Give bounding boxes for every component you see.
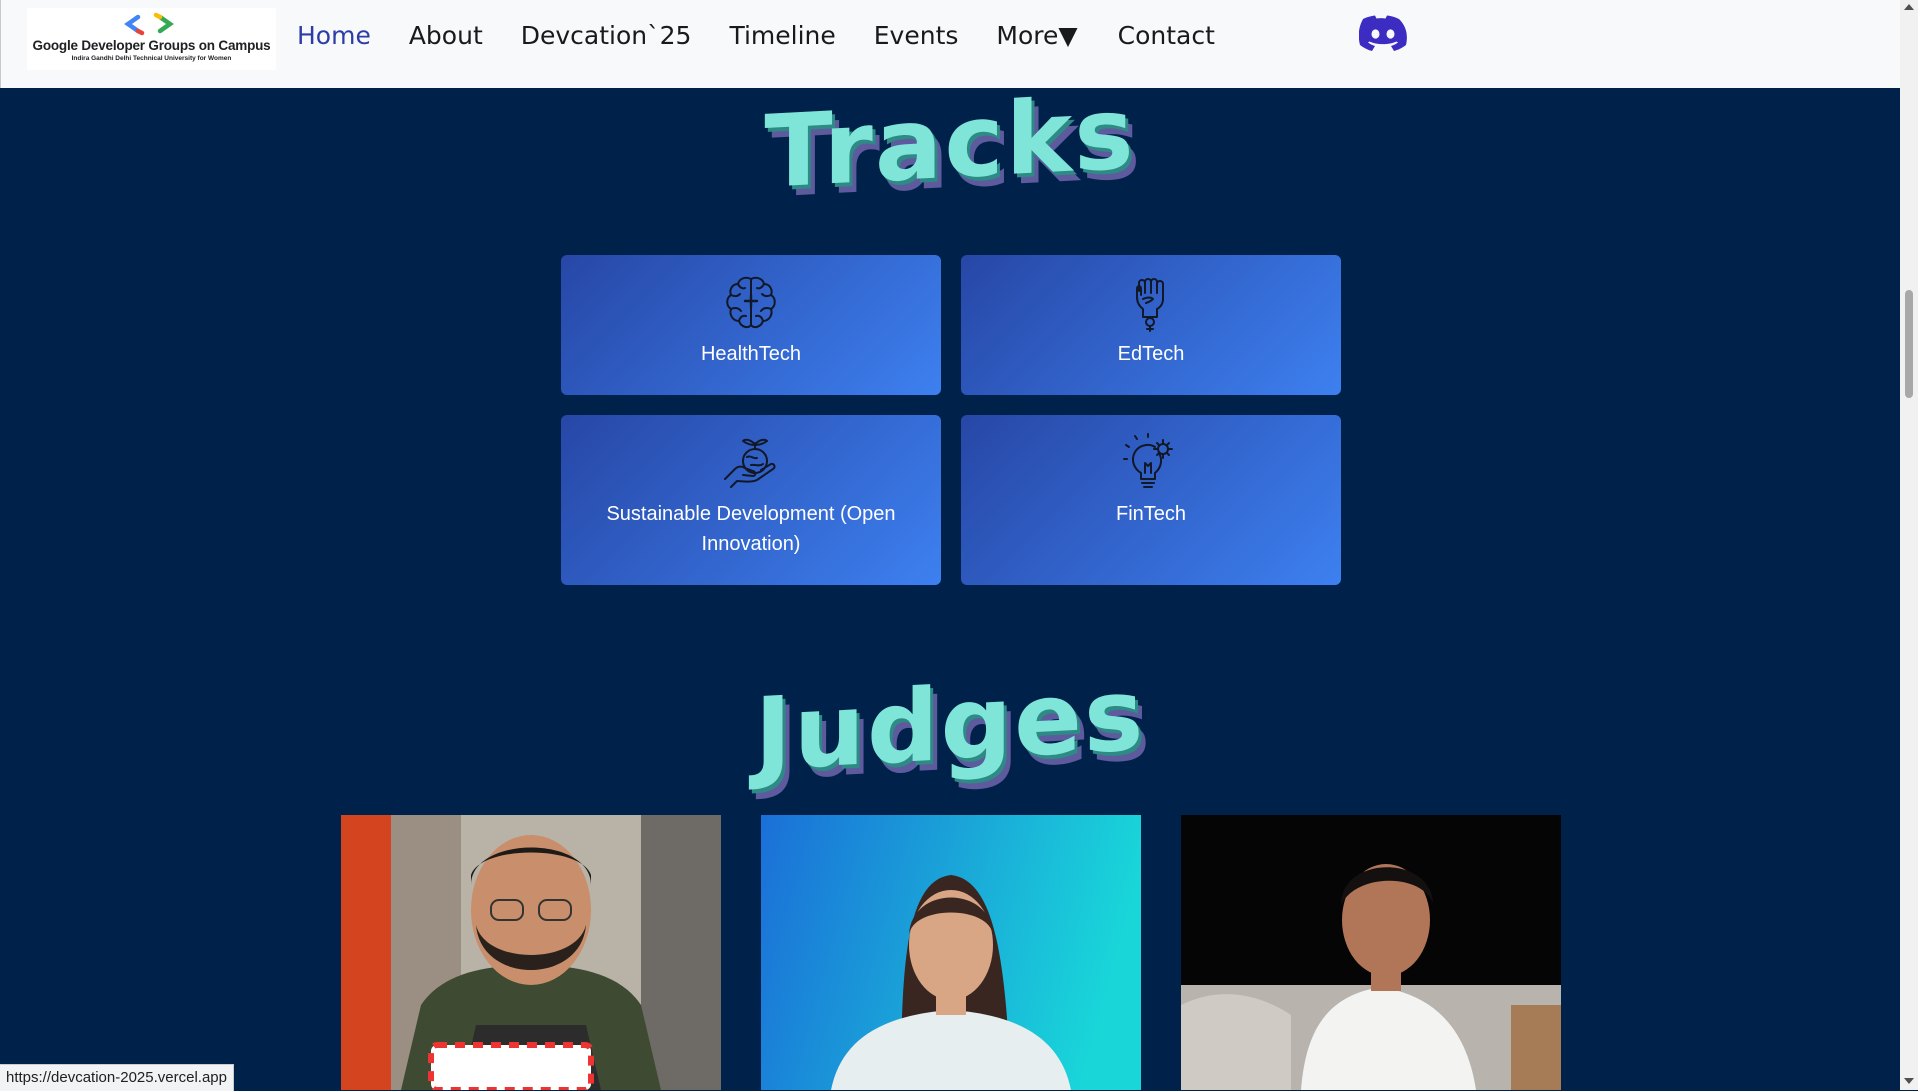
judge-photo-3 bbox=[1181, 815, 1561, 1090]
track-label-healthtech: HealthTech bbox=[700, 343, 802, 365]
nav-links: Home About Devcation`25 Timeline Events … bbox=[297, 18, 1253, 54]
scroll-up-arrow-icon[interactable] bbox=[1904, 4, 1914, 10]
nav-devcation[interactable]: Devcation`25 bbox=[521, 18, 692, 54]
nav-contact[interactable]: Contact bbox=[1118, 18, 1215, 54]
track-label-sustainable-development: Sustainable Development (Open Innovation… bbox=[606, 503, 896, 555]
track-label-edtech: EdTech bbox=[1117, 343, 1185, 365]
track-card-healthtech[interactable]: HealthTech bbox=[561, 255, 941, 395]
discord-icon[interactable] bbox=[1359, 14, 1407, 52]
judges-title: Judges bbox=[754, 655, 1146, 794]
scroll-down-arrow-icon[interactable] bbox=[1904, 1078, 1914, 1084]
logo-subtitle: Indira Gandhi Delhi Technical University… bbox=[71, 55, 232, 62]
nav-about[interactable]: About bbox=[409, 18, 483, 54]
scrollbar[interactable] bbox=[1900, 0, 1918, 1090]
nav-events[interactable]: Events bbox=[874, 18, 959, 54]
logo-title: Google Developer Groups on Campus bbox=[32, 38, 271, 53]
track-card-sustainable-development[interactable]: Sustainable Development (Open Innovation… bbox=[561, 415, 941, 585]
nav-timeline[interactable]: Timeline bbox=[729, 18, 835, 54]
judge-photo-2 bbox=[761, 815, 1141, 1090]
raised-fist-icon bbox=[1136, 278, 1164, 332]
track-card-fintech[interactable]: FinTech bbox=[961, 415, 1341, 585]
lightbulb-gear-icon bbox=[1123, 433, 1173, 488]
hand-plant-icon bbox=[724, 438, 776, 488]
track-label-fintech: FinTech bbox=[1115, 503, 1187, 525]
nav-more-dropdown[interactable]: More▼ bbox=[996, 18, 1077, 54]
nav-home[interactable]: Home bbox=[297, 18, 371, 54]
brain-icon bbox=[726, 276, 776, 329]
status-bar-url: https://devcation-2025.vercel.app bbox=[0, 1064, 234, 1091]
track-card-edtech[interactable]: EdTech bbox=[961, 255, 1341, 395]
gdg-logo[interactable]: Google Developer Groups on Campus Indira… bbox=[27, 8, 276, 70]
judge-photo-1 bbox=[341, 815, 721, 1090]
gdg-brackets-icon bbox=[123, 12, 174, 36]
scrollbar-thumb[interactable] bbox=[1905, 290, 1913, 398]
